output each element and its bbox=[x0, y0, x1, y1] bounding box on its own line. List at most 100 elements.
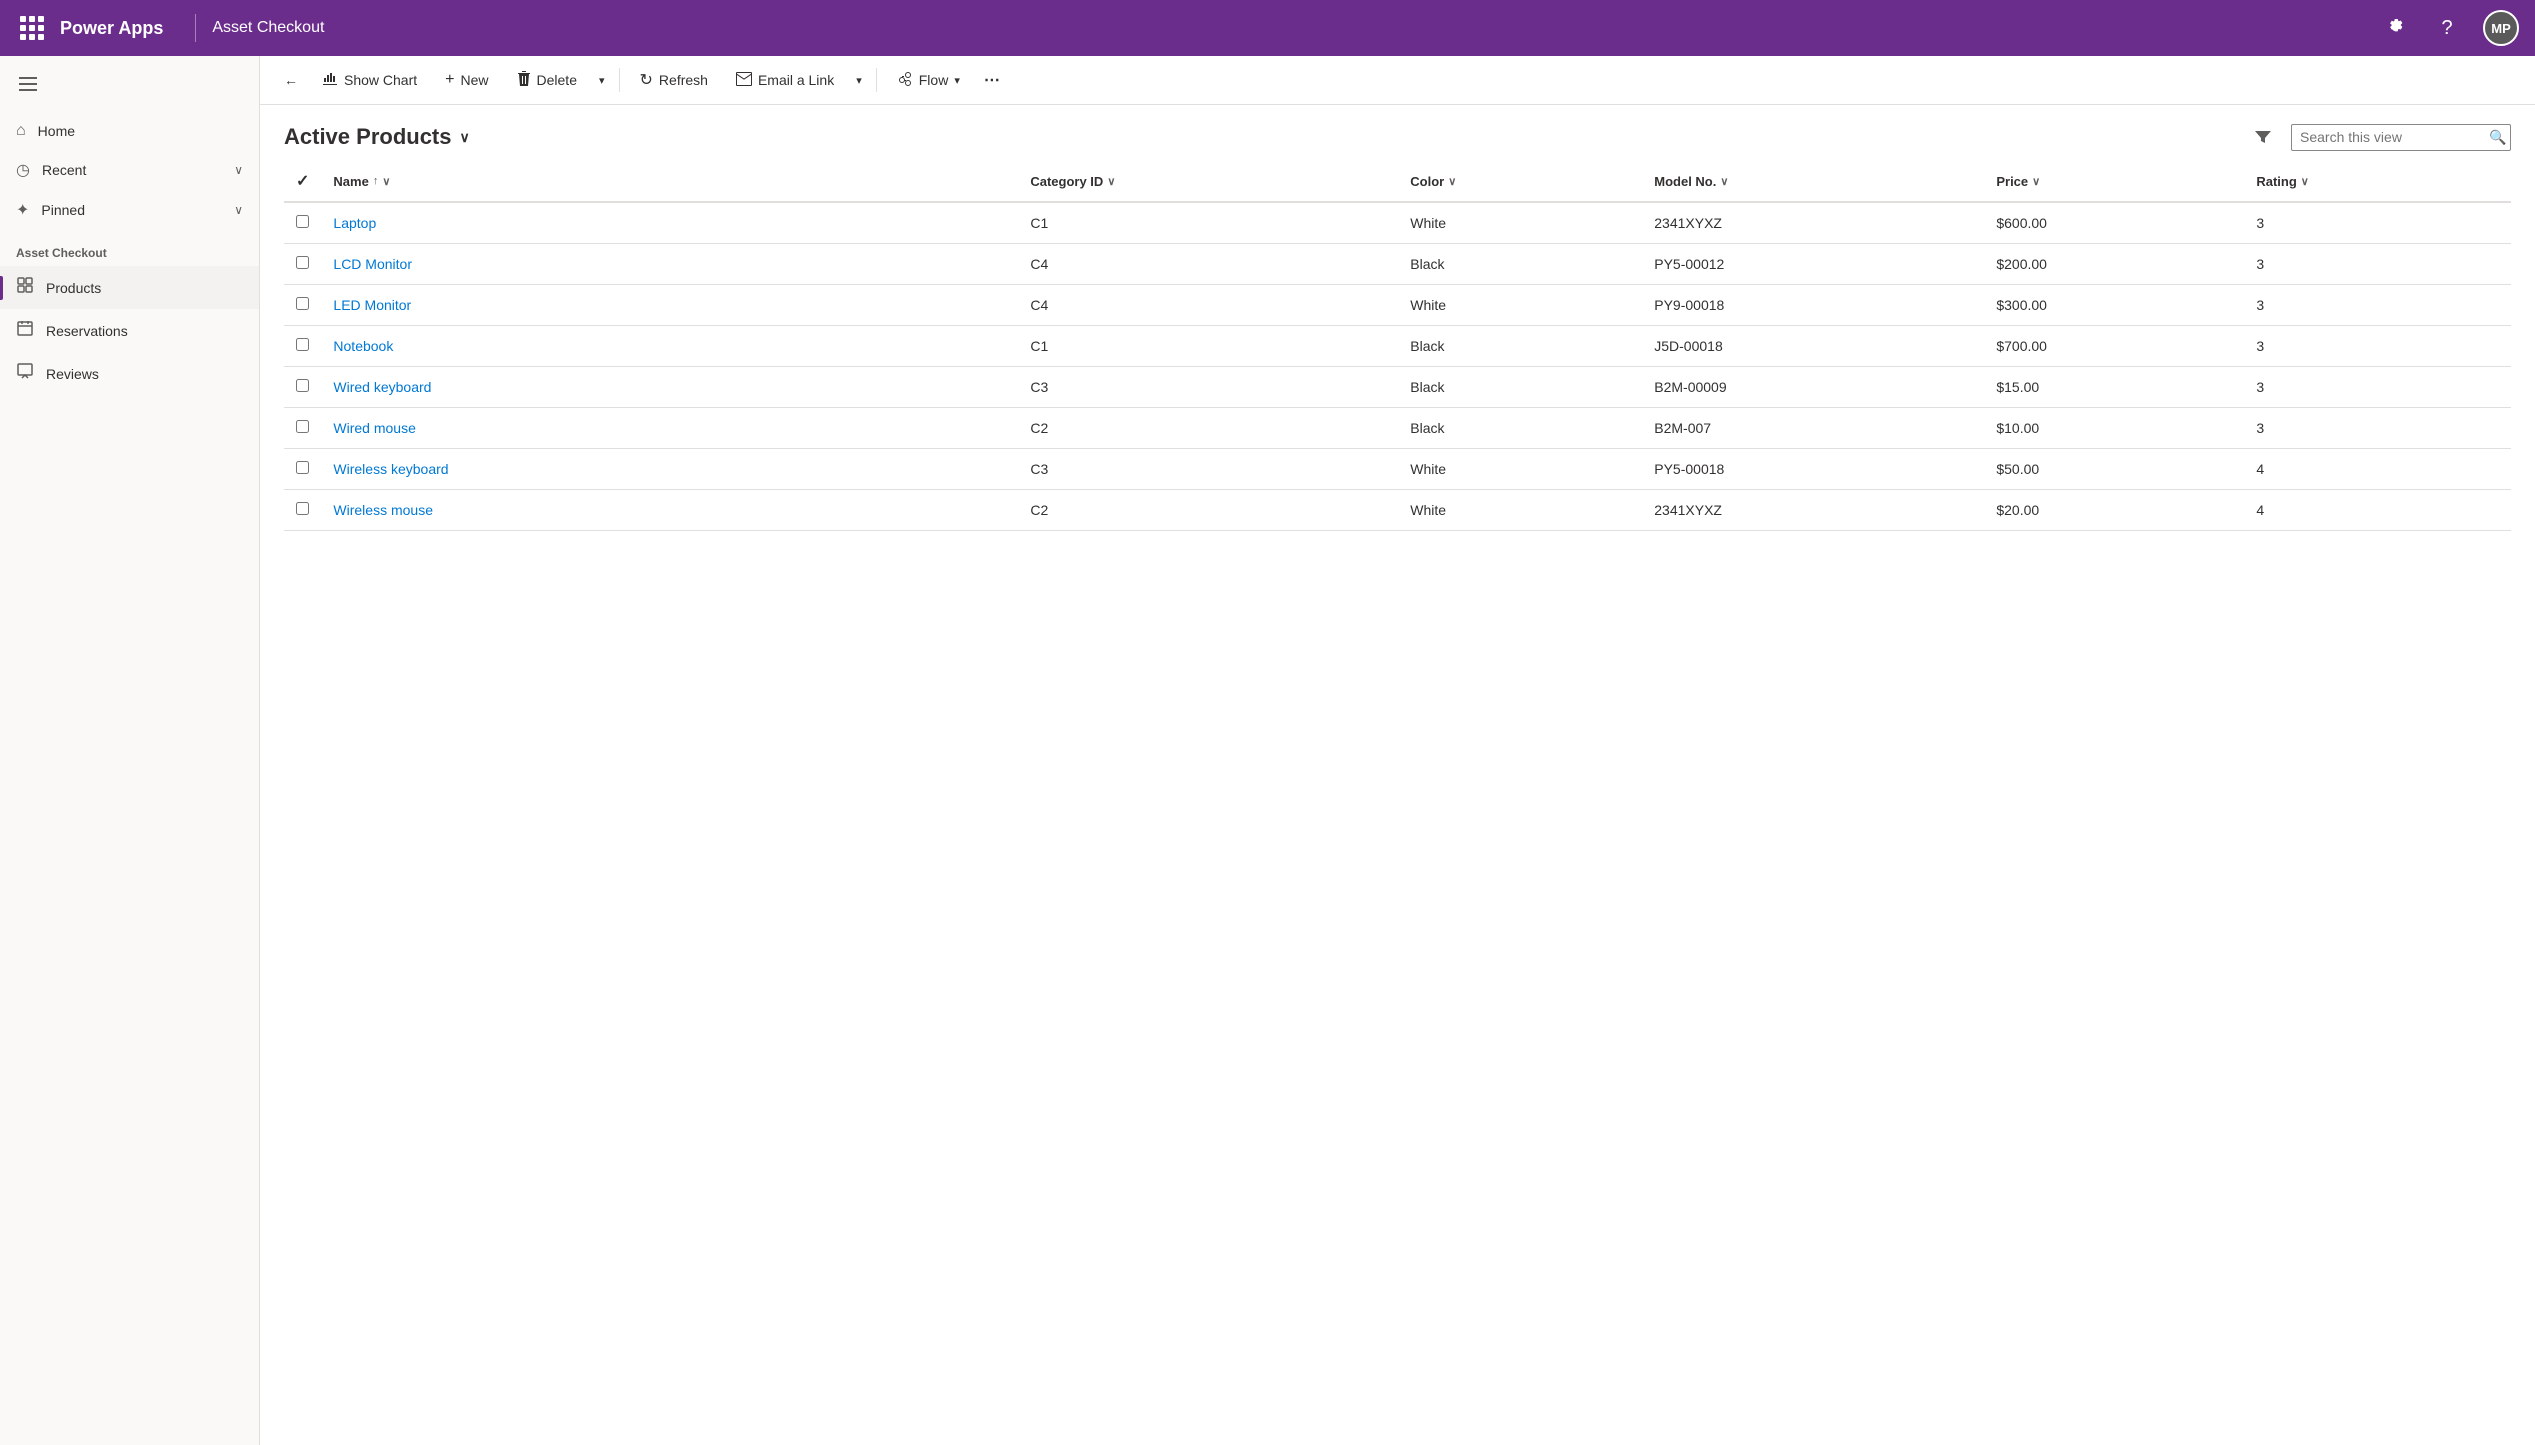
waffle-menu-button[interactable] bbox=[16, 12, 48, 44]
row-name-3: Notebook bbox=[321, 326, 1018, 367]
row-model-2: PY9-00018 bbox=[1642, 285, 1984, 326]
content-area: ← Show Chart + New Delet bbox=[260, 56, 2535, 1445]
row-name-link-6[interactable]: Wireless keyboard bbox=[333, 461, 448, 477]
row-color-6: White bbox=[1398, 449, 1642, 490]
recent-icon: ◷ bbox=[16, 160, 30, 180]
name-sort-asc-icon: ↑ bbox=[373, 175, 379, 187]
table-row: LED Monitor C4 White PY9-00018 $300.00 3 bbox=[284, 285, 2511, 326]
name-column-header[interactable]: Name ↑ ∨ bbox=[321, 161, 1018, 202]
model-sort-icon: ∨ bbox=[1720, 175, 1728, 188]
sidebar-item-recent[interactable]: ◷ Recent ∨ bbox=[0, 150, 259, 190]
row-checkbox-2[interactable] bbox=[284, 285, 321, 326]
list-title-chevron-icon[interactable]: ∨ bbox=[460, 129, 470, 146]
sidebar-item-reservations[interactable]: Reservations bbox=[0, 309, 259, 352]
name-sort-chevron-icon: ∨ bbox=[382, 175, 390, 188]
search-input[interactable] bbox=[2300, 129, 2481, 145]
row-color-5: Black bbox=[1398, 408, 1642, 449]
topbar-divider bbox=[195, 14, 196, 42]
more-options-button[interactable]: ⋯ bbox=[976, 64, 1008, 96]
row-color-1: Black bbox=[1398, 244, 1642, 285]
rating-label: Rating bbox=[2256, 174, 2296, 189]
reviews-icon bbox=[16, 362, 34, 385]
filter-button[interactable] bbox=[2247, 121, 2279, 153]
back-button[interactable]: ← bbox=[276, 66, 306, 94]
rating-sort-icon: ∨ bbox=[2301, 175, 2309, 188]
list-title-text: Active Products bbox=[284, 124, 452, 150]
sidebar-item-products[interactable]: Products bbox=[0, 266, 259, 309]
row-name-link-7[interactable]: Wireless mouse bbox=[333, 502, 433, 518]
table-row: Laptop C1 White 2341XYXZ $600.00 3 bbox=[284, 202, 2511, 244]
flow-chevron-icon: ▾ bbox=[954, 74, 960, 87]
model-no-column-header[interactable]: Model No. ∨ bbox=[1642, 161, 1984, 202]
row-checkbox-1[interactable] bbox=[284, 244, 321, 285]
row-price-7: $20.00 bbox=[1984, 490, 2244, 531]
row-name-link-3[interactable]: Notebook bbox=[333, 338, 393, 354]
row-color-0: White bbox=[1398, 202, 1642, 244]
row-name-link-1[interactable]: LCD Monitor bbox=[333, 256, 412, 272]
row-checkbox-5[interactable] bbox=[284, 408, 321, 449]
gear-icon bbox=[2385, 18, 2405, 38]
model-no-label: Model No. bbox=[1654, 174, 1716, 189]
row-price-0: $600.00 bbox=[1984, 202, 2244, 244]
row-checkbox-4[interactable] bbox=[284, 367, 321, 408]
toolbar-separator-2 bbox=[876, 68, 877, 92]
row-category-5: C2 bbox=[1018, 408, 1398, 449]
table-header-row: ✓ Name ↑ ∨ Category ID bbox=[284, 161, 2511, 202]
category-id-column-header[interactable]: Category ID ∨ bbox=[1018, 161, 1398, 202]
show-chart-button[interactable]: Show Chart bbox=[310, 65, 429, 96]
toolbar: ← Show Chart + New Delet bbox=[260, 56, 2535, 105]
row-checkbox-0[interactable] bbox=[284, 202, 321, 244]
row-color-3: Black bbox=[1398, 326, 1642, 367]
delete-button[interactable]: Delete bbox=[505, 65, 589, 96]
category-sort-icon: ∨ bbox=[1107, 175, 1115, 188]
row-model-6: PY5-00018 bbox=[1642, 449, 1984, 490]
toolbar-separator-1 bbox=[619, 68, 620, 92]
home-icon: ⌂ bbox=[16, 122, 26, 140]
flow-button[interactable]: Flow ▾ bbox=[885, 65, 972, 96]
row-rating-5: 3 bbox=[2244, 408, 2511, 449]
table-row: Wireless keyboard C3 White PY5-00018 $50… bbox=[284, 449, 2511, 490]
show-chart-icon bbox=[322, 71, 338, 90]
page-title: Asset Checkout bbox=[212, 19, 324, 37]
email-link-button[interactable]: Email a Link bbox=[724, 66, 846, 95]
reviews-label: Reviews bbox=[46, 366, 99, 382]
list-header: Active Products ∨ 🔍 bbox=[260, 105, 2535, 161]
row-name-link-4[interactable]: Wired keyboard bbox=[333, 379, 431, 395]
row-checkbox-7[interactable] bbox=[284, 490, 321, 531]
email-link-label: Email a Link bbox=[758, 72, 834, 88]
sidebar-item-pinned[interactable]: ✦ Pinned ∨ bbox=[0, 190, 259, 230]
delete-chevron-button[interactable]: ▾ bbox=[593, 68, 611, 93]
user-avatar[interactable]: MP bbox=[2483, 10, 2519, 46]
products-label: Products bbox=[46, 280, 101, 296]
refresh-button[interactable]: ↻ Refresh bbox=[628, 64, 720, 96]
color-label: Color bbox=[1410, 174, 1444, 189]
row-name-link-5[interactable]: Wired mouse bbox=[333, 420, 415, 436]
row-name-7: Wireless mouse bbox=[321, 490, 1018, 531]
select-all-header[interactable]: ✓ bbox=[284, 161, 321, 202]
row-checkbox-3[interactable] bbox=[284, 326, 321, 367]
row-rating-4: 3 bbox=[2244, 367, 2511, 408]
email-chevron-button[interactable]: ▾ bbox=[850, 68, 868, 93]
row-price-5: $10.00 bbox=[1984, 408, 2244, 449]
price-column-header[interactable]: Price ∨ bbox=[1984, 161, 2244, 202]
color-sort-icon: ∨ bbox=[1448, 175, 1456, 188]
row-color-4: Black bbox=[1398, 367, 1642, 408]
help-button[interactable]: ? bbox=[2431, 12, 2463, 44]
pinned-label: Pinned bbox=[41, 202, 222, 218]
row-checkbox-6[interactable] bbox=[284, 449, 321, 490]
hamburger-menu-button[interactable] bbox=[8, 60, 48, 108]
row-model-5: B2M-007 bbox=[1642, 408, 1984, 449]
sidebar-item-home[interactable]: ⌂ Home bbox=[0, 112, 259, 150]
sidebar-item-reviews[interactable]: Reviews bbox=[0, 352, 259, 395]
row-rating-2: 3 bbox=[2244, 285, 2511, 326]
new-label: New bbox=[461, 72, 489, 88]
color-column-header[interactable]: Color ∨ bbox=[1398, 161, 1642, 202]
row-rating-1: 3 bbox=[2244, 244, 2511, 285]
new-button[interactable]: + New bbox=[433, 65, 500, 95]
row-name-link-2[interactable]: LED Monitor bbox=[333, 297, 411, 313]
row-name-link-0[interactable]: Laptop bbox=[333, 215, 376, 231]
row-price-6: $50.00 bbox=[1984, 449, 2244, 490]
rating-column-header[interactable]: Rating ∨ bbox=[2244, 161, 2511, 202]
settings-button[interactable] bbox=[2379, 12, 2411, 44]
row-category-3: C1 bbox=[1018, 326, 1398, 367]
